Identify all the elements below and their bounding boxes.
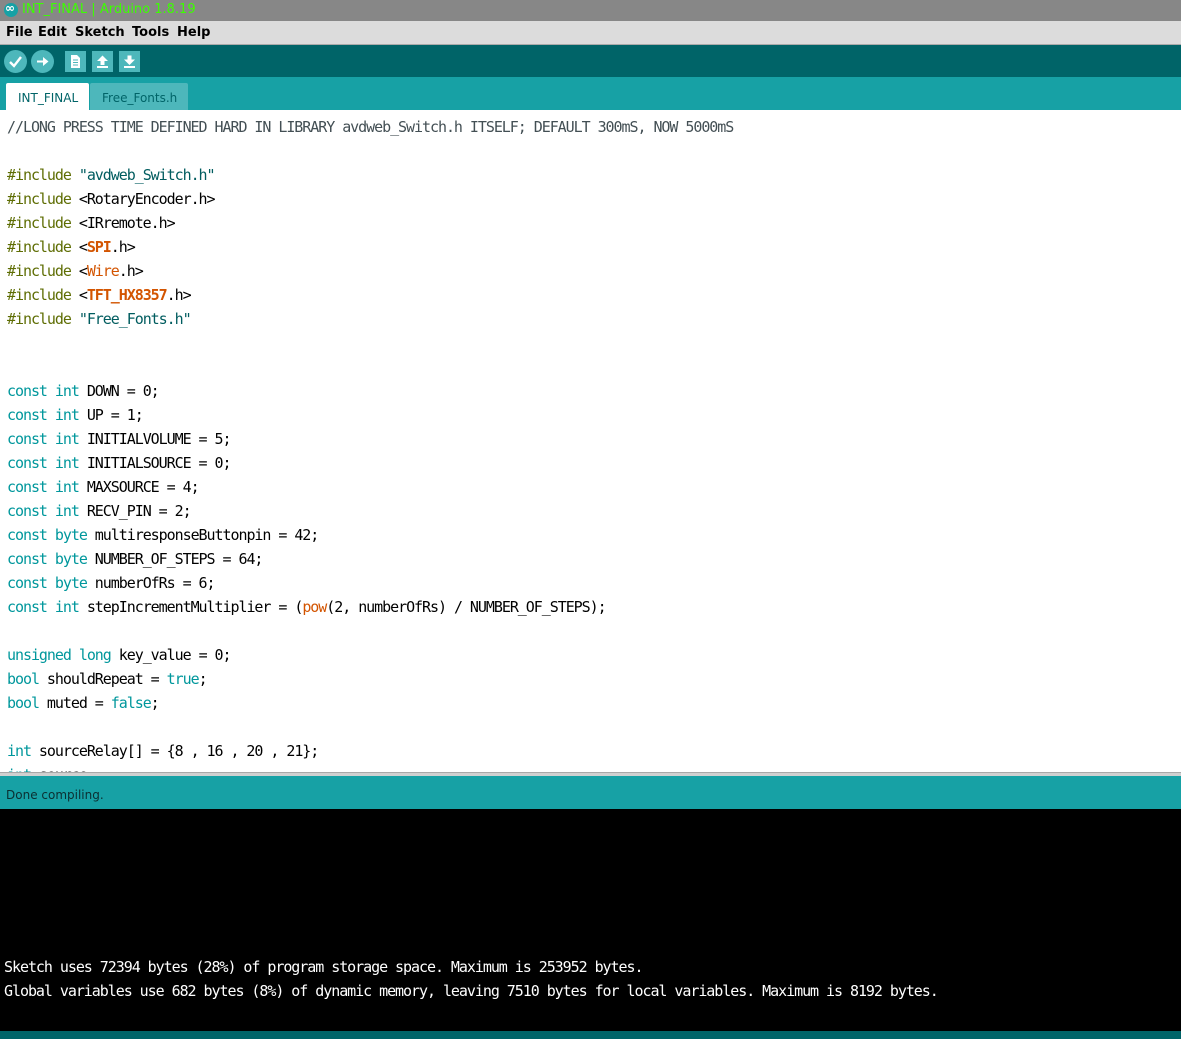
code-line: const byte NUMBER_OF_STEPS = 64; xyxy=(7,550,263,568)
console-output: Sketch uses 72394 bytes (28%) of program… xyxy=(0,809,1181,1031)
code-line: #include "avdweb_Switch.h" xyxy=(7,166,216,184)
code-line: int sourceRelay[] = {8 , 16 , 20 , 21}; xyxy=(7,742,319,760)
code-line: bool muted = false; xyxy=(7,694,160,712)
code-line: //LONG PRESS TIME DEFINED HARD IN LIBRAR… xyxy=(7,118,734,136)
new-sketch-icon xyxy=(71,55,80,68)
console-line: Global variables use 682 bytes (8%) of d… xyxy=(4,982,939,1000)
menu-edit[interactable]: Edit xyxy=(38,25,67,40)
new-sketch-button[interactable] xyxy=(65,51,86,72)
upload-button[interactable] xyxy=(31,50,54,73)
status-bar: Done compiling. xyxy=(0,776,1181,809)
menu-sketch[interactable]: Sketch xyxy=(75,25,125,40)
code-text: //LONG PRESS TIME DEFINED HARD IN LIBRAR… xyxy=(7,115,734,772)
toolbar xyxy=(0,45,1181,77)
window-bottom-bar xyxy=(0,1031,1181,1039)
tab-label: Free_Fonts.h xyxy=(102,91,178,105)
menu-help[interactable]: Help xyxy=(177,25,210,40)
code-line: const int MAXSOURCE = 4; xyxy=(7,478,200,496)
code-line: const int INITIALVOLUME = 5; xyxy=(7,430,232,448)
save-sketch-icon xyxy=(124,55,135,68)
verify-checkmark-icon xyxy=(9,56,22,68)
tab-free-fonts[interactable]: Free_Fonts.h xyxy=(90,83,188,110)
menu-tools[interactable]: Tools xyxy=(132,25,169,40)
menu-file[interactable]: File xyxy=(6,25,33,40)
tab-int-final[interactable]: INT_FINAL xyxy=(6,83,89,110)
tab-label: INT_FINAL xyxy=(18,91,79,105)
arduino-logo-icon xyxy=(4,1,18,17)
code-line: bool shouldRepeat = true; xyxy=(7,670,208,688)
code-line: const int UP = 1; xyxy=(7,406,144,424)
tab-strip: INT_FINAL Free_Fonts.h xyxy=(0,77,1181,110)
code-line: #include "Free_Fonts.h" xyxy=(7,310,192,328)
open-sketch-icon xyxy=(97,55,108,68)
code-line: const int stepIncrementMultiplier = (pow… xyxy=(7,598,607,616)
code-line: #include <Wire.h> xyxy=(7,262,144,280)
code-line: #include <SPI.h> xyxy=(7,238,136,256)
open-sketch-button[interactable] xyxy=(92,51,113,72)
upload-arrow-icon xyxy=(37,57,49,66)
code-line: const int RECV_PIN = 2; xyxy=(7,502,192,520)
title-bar: INT_FINAL | Arduino 1.8.19 xyxy=(0,0,1181,21)
code-line: int source; xyxy=(7,763,733,772)
console-line: Sketch uses 72394 bytes (28%) of program… xyxy=(4,958,644,976)
code-line: const int INITIALSOURCE = 0; xyxy=(7,454,232,472)
code-line: #include <IRremote.h> xyxy=(7,214,176,232)
code-line: #include <TFT_HX8357.h> xyxy=(7,286,192,304)
save-sketch-button[interactable] xyxy=(119,51,140,72)
code-line: #include <RotaryEncoder.h> xyxy=(7,190,216,208)
window-title: INT_FINAL | Arduino 1.8.19 xyxy=(22,2,196,17)
status-message: Done compiling. xyxy=(6,788,104,802)
code-line: const byte numberOfRs = 6; xyxy=(7,574,216,592)
code-line: const int DOWN = 0; xyxy=(7,382,160,400)
code-line: const byte multiresponseButtonpin = 42; xyxy=(7,526,319,544)
verify-button[interactable] xyxy=(4,50,27,73)
menu-bar: File Edit Sketch Tools Help xyxy=(0,21,1181,45)
code-line: unsigned long key_value = 0; xyxy=(7,646,232,664)
code-editor[interactable]: //LONG PRESS TIME DEFINED HARD IN LIBRAR… xyxy=(0,110,1181,772)
